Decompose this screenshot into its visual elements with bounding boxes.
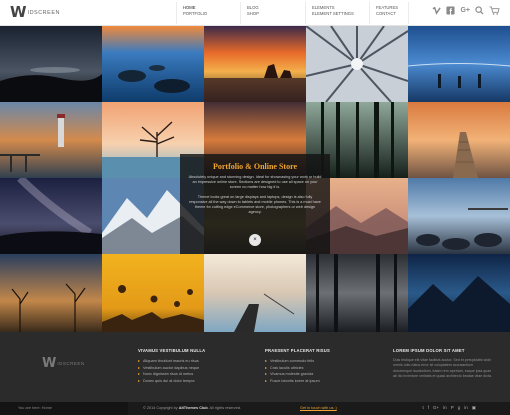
- nav-divider: [240, 2, 241, 24]
- gallery-tile-pier[interactable]: [408, 102, 510, 178]
- footer-column-title: LOREM IPSUM DOLOR SIT AMET: [393, 348, 465, 353]
- gallery-tile-blue-sea-posts[interactable]: [408, 26, 510, 102]
- bullet-icon: ▸: [138, 377, 141, 383]
- gallery-tile-boat[interactable]: [204, 254, 306, 332]
- logo-text: IDSCREEN: [57, 360, 85, 366]
- gallery-tile-dark-beach[interactable]: [0, 26, 102, 102]
- google-plus-icon[interactable]: G+: [460, 7, 470, 14]
- nav-column-3: ELEMENTS ELEMENT SETTINGS: [312, 5, 354, 17]
- cart-icon[interactable]: [489, 6, 500, 15]
- footer-link[interactable]: ▸ Donec quis dui at dolor tempor: [138, 378, 205, 385]
- breadcrumb: You are here: Home: [0, 402, 128, 415]
- footer-link[interactable]: ▸ Fusce lobortis lorem at ipsum: [265, 378, 330, 385]
- site-footer: W IDSCREEN VIVAMUS VESTIBULUM NULLA ▸ Ali…: [0, 332, 510, 402]
- bottom-bar: You are here: Home © 2014 Copyright by A…: [0, 402, 510, 415]
- footer-column-1: VIVAMUS VESTIBULUM NULLA ▸ Aliquam tincid…: [138, 348, 205, 384]
- nav-shop[interactable]: SHOP: [247, 11, 259, 17]
- vimeo-icon[interactable]: [432, 6, 442, 15]
- header-icons: G+: [432, 6, 500, 15]
- twitter-icon[interactable]: t: [423, 405, 424, 411]
- nav-contact[interactable]: CONTACT: [376, 11, 398, 17]
- nav-divider: [408, 2, 409, 24]
- nav-column-1: HOME PORTFOLIO: [183, 5, 207, 17]
- site-logo[interactable]: W IDSCREEN: [10, 5, 60, 20]
- close-button[interactable]: ×: [249, 234, 261, 246]
- gallery-tile-milky-way[interactable]: [0, 178, 102, 254]
- logo-mark: W: [42, 356, 56, 371]
- portfolio-gallery: Portfolio & Online Store Absolutely uniq…: [0, 26, 510, 332]
- overlay-paragraph-2: Theme looks great on large displays and …: [189, 194, 321, 215]
- nav-element-settings[interactable]: ELEMENT SETTINGS: [312, 11, 354, 17]
- nav-column-2: BLOG SHOP: [247, 5, 259, 17]
- nav-divider: [176, 2, 177, 24]
- bullet-icon: ▸: [265, 377, 268, 383]
- footer-about-text: Duis tristique elit vitae facilisis auct…: [393, 358, 492, 379]
- copyright: © 2014 Copyright by AitThemes Club. All …: [143, 406, 241, 410]
- gallery-tile-bare-trees[interactable]: [0, 254, 102, 332]
- search-icon[interactable]: [475, 6, 484, 15]
- footer-link-label: Fusce lobortis lorem at ipsum: [270, 378, 320, 383]
- copyright-prefix: © 2014 Copyright by: [143, 406, 178, 410]
- google-plus-icon[interactable]: G+: [433, 405, 439, 411]
- gallery-tile-snow-trees[interactable]: [306, 26, 408, 102]
- footer-column-3: LOREM IPSUM DOLOR SIT AMET Duis tristiqu…: [393, 348, 493, 380]
- portfolio-overlay-panel: Portfolio & Online Store Absolutely uniq…: [180, 154, 330, 254]
- instagram-icon[interactable]: ▣: [472, 405, 476, 411]
- overlay-title: Portfolio & Online Store: [212, 162, 298, 171]
- nav-column-4: FEATURES CONTACT: [376, 5, 398, 17]
- social-icons: t f G+ in P g in ▣: [423, 405, 477, 411]
- footer-link-label: Donec quis dui at dolor tempor: [143, 378, 195, 383]
- logo-mark: W: [10, 3, 26, 21]
- breadcrumb-text: You are here: Home: [18, 406, 52, 410]
- footer-column-2: PRAESENT PLACERAT RISUS ▸ Vestibulum comm…: [265, 348, 330, 384]
- footer-column-title: VIVAMUS VESTIBULUM NULLA: [138, 348, 206, 353]
- footer-column-title: PRAESENT PLACERAT RISUS: [265, 348, 331, 353]
- gallery-tile-night-mountains[interactable]: [408, 254, 510, 332]
- facebook-icon[interactable]: f: [428, 405, 429, 411]
- pinterest-icon[interactable]: P: [451, 405, 454, 411]
- overlay-paragraph-1: Absolutely unique and stunning design. I…: [188, 175, 322, 190]
- logo-text: IDSCREEN: [27, 9, 60, 16]
- nav-portfolio[interactable]: PORTFOLIO: [183, 11, 207, 17]
- nav-divider: [369, 2, 370, 24]
- copyright-brand[interactable]: AitThemes Club: [179, 406, 208, 410]
- footer-logo[interactable]: W IDSCREEN: [42, 356, 85, 371]
- gallery-tile-rocky-shore[interactable]: [408, 178, 510, 254]
- contact-link[interactable]: Get in touch with us :): [300, 406, 337, 410]
- linkedin-icon[interactable]: in: [464, 405, 468, 411]
- gallery-tile-foggy-forest[interactable]: [306, 254, 408, 332]
- copyright-suffix: . All rights reserved.: [207, 406, 241, 410]
- facebook-icon[interactable]: [446, 6, 456, 15]
- gallery-tile-sunset-rocks[interactable]: [204, 26, 306, 102]
- site-header: W IDSCREEN HOME PORTFOLIO BLOG SHOP ELEM…: [0, 0, 510, 26]
- google-icon[interactable]: g: [458, 405, 461, 411]
- nav-divider: [305, 2, 306, 24]
- gallery-tile-blue-rocks[interactable]: [102, 26, 204, 102]
- gallery-tile-balloons[interactable]: [102, 254, 204, 332]
- linkedin-icon[interactable]: in: [443, 405, 447, 411]
- gallery-tile-lighthouse[interactable]: [0, 102, 102, 178]
